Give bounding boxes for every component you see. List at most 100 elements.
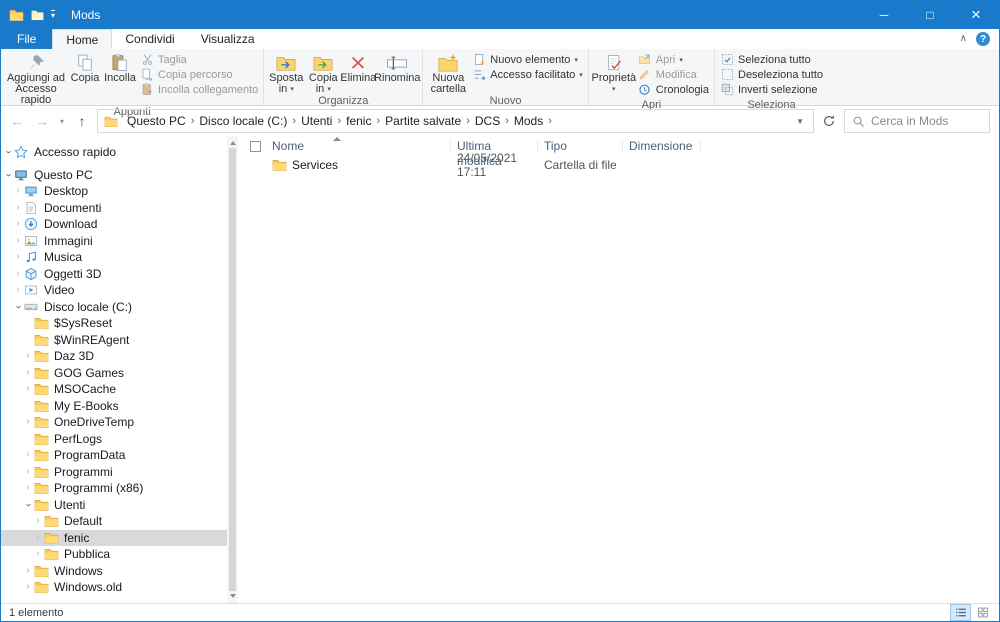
up-button[interactable]: ↑: [72, 114, 92, 128]
sidebar-item-gog-games[interactable]: › GOG Games: [1, 365, 238, 382]
properties-button[interactable]: Proprietà ▾: [591, 50, 636, 95]
expand-collapsed-icon[interactable]: ›: [23, 466, 33, 477]
qat-customize-icon[interactable]: ▾: [51, 10, 56, 20]
sidebar-item-msocache[interactable]: › MSOCache: [1, 381, 238, 398]
file-row-services[interactable]: Services 24/05/2021 17:11 Cartella di file: [238, 151, 999, 179]
cut-button[interactable]: Taglia: [140, 53, 258, 66]
address-dropdown-icon[interactable]: ▼: [789, 117, 811, 126]
copy-path-button[interactable]: Copia percorso: [140, 68, 258, 81]
expand-collapsed-icon[interactable]: ›: [23, 351, 33, 361]
breadcrumb-segment-partite-salvate[interactable]: Partite salvate: [380, 114, 466, 128]
breadcrumb-segment-utenti[interactable]: Utenti: [296, 114, 337, 128]
expand-collapsed-icon[interactable]: ›: [13, 219, 23, 229]
sidebar-item-musica[interactable]: › Musica: [1, 249, 238, 266]
sidebar-item-documenti[interactable]: › Documenti: [1, 200, 238, 217]
refresh-icon[interactable]: [819, 114, 839, 128]
sidebar-item-programdata[interactable]: › ProgramData: [1, 447, 238, 464]
breadcrumb-segment-disco-locale-c[interactable]: Disco locale (C:): [194, 114, 292, 128]
tab-visualizza[interactable]: Visualizza: [188, 29, 268, 49]
move-to-button[interactable]: Sposta in ▾: [267, 50, 305, 95]
collapse-ribbon-icon[interactable]: ∧: [960, 34, 967, 44]
breadcrumb-segment-dcs[interactable]: DCS: [470, 114, 505, 128]
expand-collapsed-icon[interactable]: ›: [23, 582, 33, 592]
expand-collapsed-icon[interactable]: ›: [13, 202, 23, 213]
sidebar-item-winreagent[interactable]: $WinREAgent: [1, 332, 238, 349]
help-icon[interactable]: ?: [976, 32, 990, 46]
expand-collapsed-icon[interactable]: ›: [13, 235, 23, 246]
tab-condividi[interactable]: Condividi: [112, 29, 187, 49]
expand-collapsed-icon[interactable]: ›: [23, 483, 33, 493]
column-header-ultima-modifica[interactable]: Ultima modifica: [451, 139, 538, 168]
scrollbar-thumb[interactable]: [229, 148, 236, 591]
expand-collapsed-icon[interactable]: ›: [23, 367, 33, 378]
thumbnails-view-icon[interactable]: [973, 605, 992, 620]
close-button[interactable]: ×: [953, 1, 999, 29]
search-input[interactable]: [871, 114, 982, 128]
breadcrumb-bar[interactable]: Questo PC › Disco locale (C:) › Utenti › fenic…: [97, 109, 814, 133]
sidebar-item-my-e-books[interactable]: My E-Books: [1, 398, 238, 415]
expand-expanded-icon[interactable]: ›: [13, 302, 24, 312]
qat-folder-icon[interactable]: [31, 9, 44, 21]
deselect-all-button[interactable]: Deseleziona tutto: [720, 68, 823, 81]
details-view-icon[interactable]: [950, 604, 971, 621]
invert-selection-button[interactable]: Inverti selezione: [720, 83, 823, 96]
column-header-tipo[interactable]: Tipo: [538, 139, 623, 154]
expand-collapsed-icon[interactable]: ›: [33, 516, 43, 526]
easy-access-button[interactable]: Accesso facilitato ▾: [472, 68, 583, 81]
expand-collapsed-icon[interactable]: ›: [13, 285, 23, 295]
sidebar-item-onedrivetemp[interactable]: › OneDriveTemp: [1, 414, 238, 431]
select-all-checkbox[interactable]: [250, 141, 261, 152]
sidebar-item-utenti[interactable]: › Utenti: [1, 497, 238, 514]
sidebar-item-desktop[interactable]: › Desktop: [1, 183, 238, 200]
copy-button[interactable]: Copia: [68, 50, 102, 84]
expand-expanded-icon[interactable]: ›: [3, 147, 14, 157]
sidebar-item-accesso-rapido[interactable]: › Accesso rapido: [1, 144, 238, 161]
expand-collapsed-icon[interactable]: ›: [23, 417, 33, 427]
recent-locations-icon[interactable]: ▾: [57, 117, 67, 126]
breadcrumb-segment-fenic[interactable]: fenic: [341, 114, 376, 128]
sidebar-item-sysreset[interactable]: $SysReset: [1, 315, 238, 332]
column-header-dimensione[interactable]: Dimensione: [623, 139, 701, 154]
sidebar-item-daz-3d[interactable]: › Daz 3D: [1, 348, 238, 365]
sidebar-item-pubblica[interactable]: › Pubblica: [1, 546, 238, 563]
tab-file[interactable]: File: [1, 29, 53, 49]
new-item-button[interactable]: Nuovo elemento ▾: [472, 53, 583, 66]
paste-shortcut-button[interactable]: Incolla collegamento: [140, 83, 258, 96]
expand-collapsed-icon[interactable]: ›: [13, 268, 23, 279]
select-all-button[interactable]: Seleziona tutto: [720, 53, 823, 66]
breadcrumb-segment-questo-pc[interactable]: Questo PC: [122, 114, 191, 128]
column-header-nome[interactable]: Nome: [266, 139, 451, 154]
sidebar-item-disco-locale-c[interactable]: › Disco locale (C:): [1, 299, 238, 316]
sidebar-item-fenic[interactable]: › fenic: [1, 529, 238, 546]
sidebar-item-oggetti-3d[interactable]: › Oggetti 3D: [1, 266, 238, 283]
breadcrumb-segment-mods[interactable]: Mods: [509, 114, 548, 128]
expand-expanded-icon[interactable]: ›: [23, 500, 34, 510]
sidebar-item-programmi-x86[interactable]: › Programmi (x86): [1, 480, 238, 497]
pin-to-quick-access-button[interactable]: Aggiungi ad Accesso rapido: [4, 50, 68, 106]
expand-collapsed-icon[interactable]: ›: [33, 532, 43, 543]
scroll-down-icon[interactable]: [229, 594, 236, 598]
expand-collapsed-icon[interactable]: ›: [13, 252, 23, 262]
rename-button[interactable]: Rinomina: [374, 50, 421, 84]
history-button[interactable]: Cronologia: [638, 83, 709, 96]
sidebar-item-video[interactable]: › Video: [1, 282, 238, 299]
sidebar-item-perflogs[interactable]: PerfLogs: [1, 431, 238, 448]
expand-collapsed-icon[interactable]: ›: [13, 186, 23, 196]
forward-button[interactable]: →: [32, 114, 52, 128]
expand-collapsed-icon[interactable]: ›: [23, 450, 33, 460]
sidebar-scrollbar[interactable]: [227, 136, 238, 603]
sidebar-item-windows[interactable]: › Windows: [1, 563, 238, 580]
scroll-up-icon[interactable]: [229, 141, 236, 145]
sidebar-item-windows-old[interactable]: › Windows.old: [1, 579, 238, 596]
tab-home[interactable]: Home: [52, 29, 113, 49]
expand-collapsed-icon[interactable]: ›: [23, 565, 33, 576]
expand-collapsed-icon[interactable]: ›: [23, 384, 33, 394]
maximize-button[interactable]: □: [907, 1, 953, 29]
explorer-window-icon[interactable]: [9, 8, 24, 22]
back-button[interactable]: ←: [7, 114, 27, 128]
expand-expanded-icon[interactable]: ›: [3, 170, 14, 180]
sidebar-item-download[interactable]: › Download: [1, 216, 238, 233]
sidebar-item-immagini[interactable]: › Immagini: [1, 233, 238, 250]
sort-ascending-icon[interactable]: [333, 137, 341, 141]
minimize-button[interactable]: ─: [861, 1, 907, 29]
